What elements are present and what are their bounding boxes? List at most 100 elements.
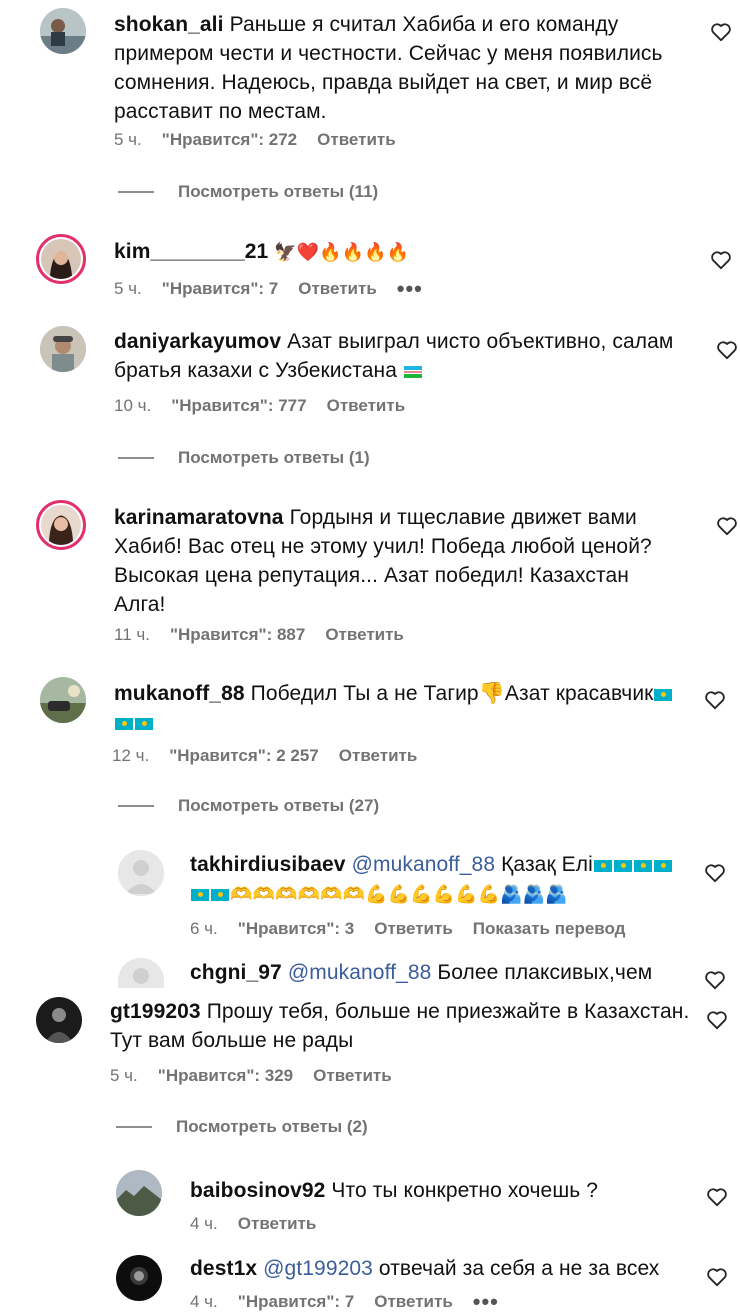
likes-count[interactable]: "Нравится": 3 <box>238 919 354 939</box>
reply-button[interactable]: Ответить <box>317 130 396 150</box>
comment-meta: 6 ч. "Нравится": 3 Ответить Показать пер… <box>190 919 625 939</box>
comment-time: 4 ч. <box>190 1292 218 1311</box>
comment-username[interactable]: karinamaratovna <box>114 506 284 529</box>
comment-username[interactable]: dest1x <box>190 1257 257 1280</box>
like-heart-icon[interactable] <box>716 516 738 536</box>
comment-username[interactable]: baibosinov92 <box>190 1179 325 1202</box>
comment-text: Более плаксивых,чем <box>437 961 653 984</box>
divider-line <box>118 805 154 807</box>
comment-username[interactable]: mukanoff_88 <box>114 682 245 705</box>
reply-button[interactable]: Ответить <box>313 1066 392 1086</box>
comment-meta: 12 ч. "Нравится": 2 257 Ответить <box>112 746 417 766</box>
likes-count[interactable]: "Нравится": 887 <box>170 625 305 645</box>
comment-time: 4 ч. <box>190 1214 218 1233</box>
likes-count[interactable]: "Нравится": 7 <box>238 1292 354 1312</box>
divider-line <box>116 1126 152 1128</box>
comment-username[interactable]: daniyarkayumov <box>114 330 281 353</box>
uzbekistan-flag-icon <box>403 366 422 378</box>
more-dots-icon[interactable]: ••• <box>397 278 423 300</box>
comment-text: отвечай за себя а не за всех <box>378 1257 660 1280</box>
comment-time: 10 ч. <box>114 396 152 415</box>
like-heart-icon[interactable] <box>706 1267 728 1287</box>
comment-username[interactable]: chgni_97 <box>190 961 282 984</box>
comment-text: 🦅❤️🔥🔥🔥🔥 <box>274 242 410 263</box>
avatar[interactable] <box>40 677 86 723</box>
like-heart-icon[interactable] <box>706 1187 728 1207</box>
like-heart-icon[interactable] <box>704 690 726 710</box>
like-heart-icon[interactable] <box>710 22 732 42</box>
reply-button[interactable]: Ответить <box>339 746 418 766</box>
divider-line <box>118 191 154 193</box>
kazakhstan-flag-icon <box>191 889 209 901</box>
comment-meta: 4 ч. "Нравится": 7 Ответить ••• <box>190 1291 499 1313</box>
view-replies-button[interactable]: Посмотреть ответы (27) <box>118 796 379 816</box>
avatar[interactable] <box>118 958 164 988</box>
reply-button[interactable]: Ответить <box>327 396 406 416</box>
avatar[interactable] <box>40 8 86 54</box>
emoji-sequence: 🫶🫶🫶🫶🫶🫶💪💪💪💪💪💪🫂🫂🫂 <box>230 884 568 905</box>
comment-text: Победил Ты а не Тагир👎Азат красавчик <box>250 682 654 705</box>
comment-meta: 4 ч. Ответить <box>190 1214 316 1234</box>
comment-time: 5 ч. <box>110 1066 138 1085</box>
view-replies-label: Посмотреть ответы (27) <box>178 796 380 815</box>
comment-time: 6 ч. <box>190 919 218 938</box>
view-replies-button[interactable]: Посмотреть ответы (2) <box>116 1117 368 1137</box>
mention-link[interactable]: @mukanoff_88 <box>288 961 432 984</box>
comment-username[interactable]: gt199203 <box>110 1000 201 1023</box>
comment-meta: 5 ч. "Нравится": 7 Ответить ••• <box>114 278 423 300</box>
like-heart-icon[interactable] <box>716 340 738 360</box>
like-heart-icon[interactable] <box>704 970 726 990</box>
avatar[interactable] <box>36 997 82 1043</box>
mention-link[interactable]: @gt199203 <box>263 1257 373 1280</box>
kazakhstan-flag-icon <box>613 860 632 872</box>
comment-username[interactable]: kim________21 <box>114 240 268 263</box>
avatar[interactable] <box>36 500 86 550</box>
comment-username[interactable]: shokan_ali <box>114 13 224 36</box>
like-heart-icon[interactable] <box>706 1010 728 1030</box>
kazakhstan-flag-icon <box>633 860 652 872</box>
likes-count[interactable]: "Нравится": 329 <box>158 1066 293 1086</box>
likes-count[interactable]: "Нравится": 7 <box>162 279 278 299</box>
like-heart-icon[interactable] <box>710 250 732 270</box>
likes-count[interactable]: "Нравится": 272 <box>162 130 297 150</box>
view-replies-label: Посмотреть ответы (2) <box>176 1117 368 1136</box>
avatar[interactable] <box>116 1255 162 1301</box>
kazakhstan-flag-icon <box>593 860 612 872</box>
comment-meta: 5 ч. "Нравится": 329 Ответить <box>110 1066 392 1086</box>
comment-meta: 11 ч. "Нравится": 887 Ответить <box>114 625 404 645</box>
comment-time: 11 ч. <box>114 625 150 644</box>
avatar[interactable] <box>116 1170 162 1216</box>
comment-time: 12 ч. <box>112 746 150 765</box>
kazakhstan-flag-icon <box>115 718 133 730</box>
likes-count[interactable]: "Нравится": 2 257 <box>169 746 319 766</box>
kazakhstan-flag-icon <box>135 718 153 730</box>
reply-button[interactable]: Ответить <box>374 1292 453 1312</box>
kazakhstan-flag-icon <box>653 860 672 872</box>
like-heart-icon[interactable] <box>704 863 726 883</box>
comment-time: 5 ч. <box>114 279 142 298</box>
kazakhstan-flag-icon <box>654 689 673 701</box>
avatar[interactable] <box>118 850 164 896</box>
likes-count[interactable]: "Нравится": 777 <box>171 396 306 416</box>
view-replies-button[interactable]: Посмотреть ответы (1) <box>118 448 370 468</box>
comment-meta: 5 ч. "Нравится": 272 Ответить <box>114 130 396 150</box>
avatar[interactable] <box>36 234 86 284</box>
comment-time: 5 ч. <box>114 130 142 149</box>
kazakhstan-flag-icon <box>211 889 229 901</box>
more-dots-icon[interactable]: ••• <box>473 1291 499 1313</box>
view-replies-label: Посмотреть ответы (1) <box>178 448 370 467</box>
mention-link[interactable]: @mukanoff_88 <box>352 853 496 876</box>
avatar[interactable] <box>40 326 86 372</box>
show-translation-button[interactable]: Показать перевод <box>473 919 626 939</box>
reply-button[interactable]: Ответить <box>325 625 404 645</box>
comment-text: Что ты конкретно хочешь ? <box>331 1179 599 1202</box>
view-replies-label: Посмотреть ответы (11) <box>178 182 379 201</box>
comment-username[interactable]: takhirdiusibaev <box>190 853 346 876</box>
comment-meta: 10 ч. "Нравится": 777 Ответить <box>114 396 405 416</box>
view-replies-button[interactable]: Посмотреть ответы (11) <box>118 182 378 202</box>
comment-text: Қазақ Елі <box>501 853 593 876</box>
divider-line <box>118 457 154 459</box>
reply-button[interactable]: Ответить <box>238 1214 317 1234</box>
reply-button[interactable]: Ответить <box>374 919 453 939</box>
reply-button[interactable]: Ответить <box>298 279 377 299</box>
